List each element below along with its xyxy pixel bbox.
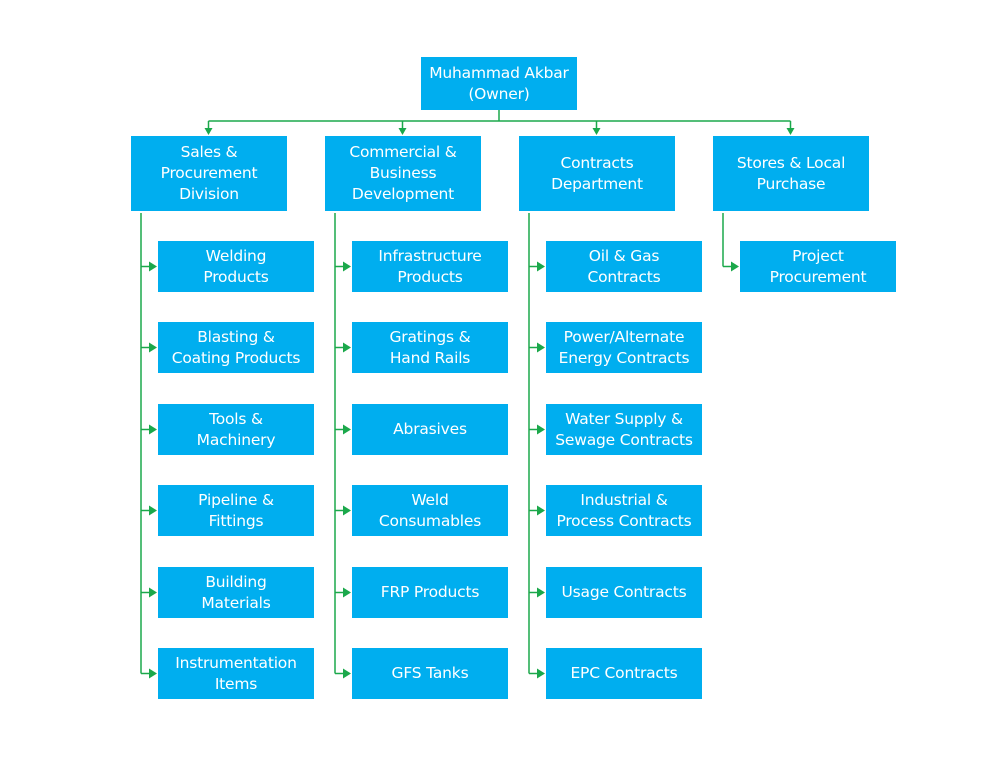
sub-unit-label: Oil & Gas Contracts — [587, 246, 661, 286]
arrow-right-icon — [149, 668, 157, 679]
arrow-down-icon — [786, 128, 795, 135]
arrow-right-icon — [537, 505, 545, 516]
department-commercial-business[interactable]: Commercial & Business Development — [325, 136, 481, 211]
sub-unit-label: EPC Contracts — [570, 664, 678, 682]
arrow-right-icon — [149, 342, 157, 353]
arrow-right-icon — [343, 668, 351, 679]
sub-unit-label: FRP Products — [380, 583, 480, 601]
arrow-right-icon — [343, 587, 351, 598]
arrow-right-icon — [537, 668, 545, 679]
sub-unit-node[interactable]: Tools & Machinery — [158, 404, 314, 455]
arrow-right-icon — [537, 587, 545, 598]
sub-unit-node[interactable]: Usage Contracts — [546, 567, 702, 618]
arrow-down-icon — [204, 128, 213, 135]
sub-unit-node[interactable]: Blasting & Coating Products — [158, 322, 314, 373]
sub-unit-label: Pipeline & Fittings — [198, 490, 274, 530]
sub-unit-node[interactable]: Water Supply & Sewage Contracts — [546, 404, 702, 455]
sub-unit-label: Gratings & Hand Rails — [389, 327, 471, 367]
arrow-right-icon — [731, 261, 739, 272]
sub-unit-node[interactable]: Oil & Gas Contracts — [546, 241, 702, 292]
sub-unit-node[interactable]: Pipeline & Fittings — [158, 485, 314, 536]
sub-unit-label: Usage Contracts — [561, 583, 687, 601]
org-chart: Muhammad Akbar (Owner) Sales & Procureme… — [0, 0, 1000, 758]
sub-unit-node[interactable]: Power/Alternate Energy Contracts — [546, 322, 702, 373]
arrow-right-icon — [149, 261, 157, 272]
arrow-right-icon — [537, 424, 545, 435]
sub-unit-node[interactable]: Industrial & Process Contracts — [546, 485, 702, 536]
arrow-right-icon — [537, 342, 545, 353]
sub-unit-node[interactable]: GFS Tanks — [352, 648, 508, 699]
root-node-owner[interactable]: Muhammad Akbar (Owner) — [421, 57, 577, 110]
root-node-label: Muhammad Akbar (Owner) — [429, 63, 569, 103]
sub-unit-node[interactable]: Weld Consumables — [352, 485, 508, 536]
sub-unit-label: Abrasives — [393, 420, 467, 438]
sub-unit-label: Tools & Machinery — [196, 409, 276, 449]
sub-unit-label: Infrastructure Products — [378, 246, 482, 286]
department-label: Stores & Local Purchase — [736, 153, 846, 193]
sub-unit-node[interactable]: Project Procurement — [740, 241, 896, 292]
arrow-right-icon — [537, 261, 545, 272]
sub-unit-node[interactable]: Welding Products — [158, 241, 314, 292]
sub-unit-label: Industrial & Process Contracts — [556, 490, 692, 530]
sub-unit-node[interactable]: Abrasives — [352, 404, 508, 455]
arrow-right-icon — [343, 505, 351, 516]
arrow-right-icon — [343, 261, 351, 272]
sub-unit-label: Instrumentation Items — [175, 653, 297, 693]
department-label: Sales & Procurement Division — [160, 143, 258, 203]
department-contracts[interactable]: Contracts Department — [519, 136, 675, 211]
department-stores-local-purchase[interactable]: Stores & Local Purchase — [713, 136, 869, 211]
arrow-right-icon — [149, 424, 157, 435]
department-label: Contracts Department — [551, 153, 643, 193]
connector-layer — [140, 110, 795, 679]
sub-unit-node[interactable]: Building Materials — [158, 567, 314, 618]
sub-unit-label: Weld Consumables — [378, 490, 482, 530]
sub-unit-label: Project Procurement — [769, 246, 867, 286]
arrow-down-icon — [592, 128, 601, 135]
sub-unit-label: Welding Products — [203, 246, 269, 286]
sub-unit-label: Blasting & Coating Products — [171, 327, 301, 367]
sub-unit-label: GFS Tanks — [391, 664, 469, 682]
sub-unit-label: Water Supply & Sewage Contracts — [555, 409, 693, 449]
sub-unit-node[interactable]: EPC Contracts — [546, 648, 702, 699]
sub-unit-node[interactable]: Instrumentation Items — [158, 648, 314, 699]
arrow-down-icon — [398, 128, 407, 135]
sub-unit-node[interactable]: FRP Products — [352, 567, 508, 618]
sub-unit-node[interactable]: Gratings & Hand Rails — [352, 322, 508, 373]
arrow-right-icon — [149, 505, 157, 516]
sub-unit-label: Building Materials — [201, 572, 271, 612]
arrow-right-icon — [343, 342, 351, 353]
arrow-right-icon — [343, 424, 351, 435]
sub-unit-node[interactable]: Infrastructure Products — [352, 241, 508, 292]
department-sales-procurement[interactable]: Sales & Procurement Division — [131, 136, 287, 211]
sub-unit-label: Power/Alternate Energy Contracts — [558, 327, 690, 367]
arrow-right-icon — [149, 587, 157, 598]
department-label: Commercial & Business Development — [349, 143, 457, 203]
